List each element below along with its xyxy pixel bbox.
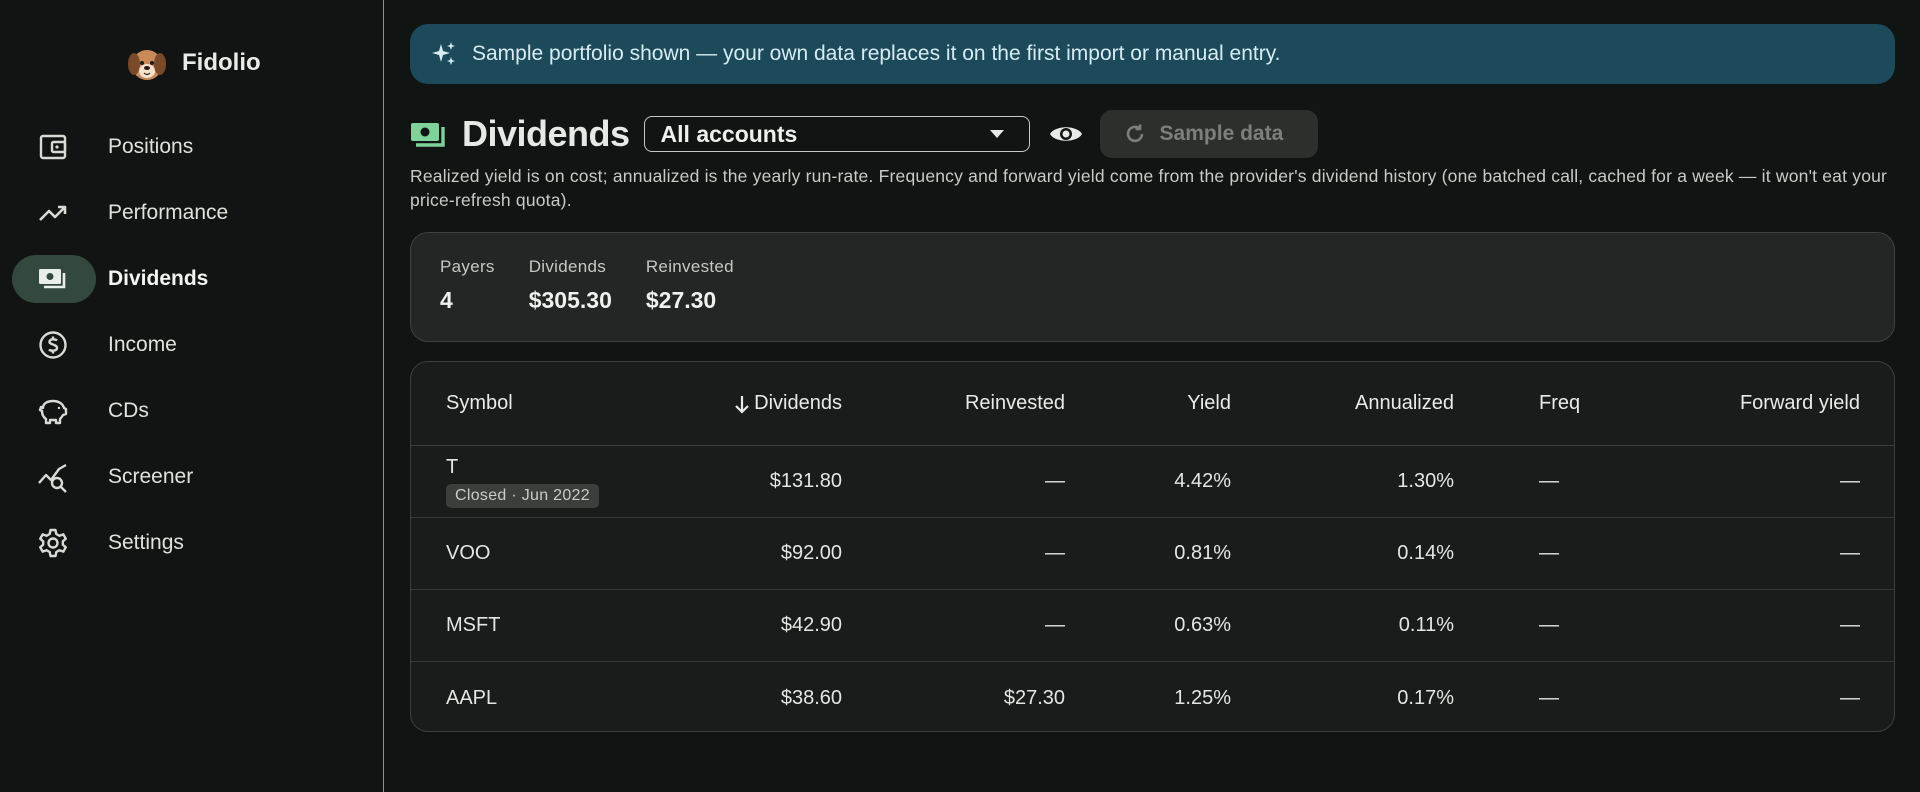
cell-dividends: $38.60 [780, 686, 842, 709]
symbol-wrap: T Closed · Jun 2022 [446, 456, 599, 508]
page-header: Dividends All accounts Sample data [410, 110, 1318, 158]
sidebar-item-label: Performance [108, 201, 229, 224]
sidebar-item-label: Income [108, 333, 177, 356]
banner-text: Sample portfolio shown — your own data r… [472, 42, 1281, 65]
column-header-yield[interactable]: Yield [1187, 362, 1231, 445]
brand[interactable]: Fidolio [126, 42, 261, 84]
caret-down-icon [989, 130, 1004, 138]
sidebar-item-positions[interactable]: Positions [0, 123, 383, 171]
column-header-symbol[interactable]: Symbol [446, 362, 513, 445]
sidebar-item-income[interactable]: Income [0, 321, 383, 369]
cell-forward-yield: — [1840, 542, 1860, 564]
stat-value: 4 [440, 287, 453, 313]
cell-yield: 0.81% [1174, 542, 1231, 564]
sidebar-item-performance[interactable]: Performance [0, 189, 383, 237]
account-select-value: All accounts [660, 120, 798, 147]
app-name: Fidolio [182, 49, 261, 76]
cell-symbol: T Closed · Jun 2022 [446, 446, 599, 517]
dollar-circle-icon [36, 331, 70, 359]
column-header-forward-yield[interactable]: Forward yield [1740, 362, 1860, 445]
column-header-reinvested[interactable]: Reinvested [965, 362, 1065, 445]
sidebar-item-label: Dividends [108, 267, 209, 290]
table-row[interactable]: AAPL $38.60 $27.30 1.25% 0.17% — — [411, 662, 1894, 731]
cell-freq: — [1539, 614, 1559, 636]
cell-reinvested: — [1045, 614, 1065, 636]
account-select[interactable]: All accounts [643, 116, 1030, 152]
sample-data-label: Sample data [1159, 122, 1284, 145]
sidebar-item-dividends[interactable]: Dividends [0, 255, 383, 303]
cell-freq: — [1539, 686, 1559, 709]
sample-data-button[interactable]: Sample data [1099, 110, 1318, 158]
cell-symbol: VOO [446, 542, 491, 564]
main-content: Sample portfolio shown — your own data r… [384, 0, 1920, 792]
wallet-icon [36, 133, 70, 161]
table-row[interactable]: MSFT $42.90 — 0.63% 0.11% — — [411, 590, 1894, 662]
table-row[interactable]: VOO $92.00 — 0.81% 0.14% — — [411, 518, 1894, 590]
chart-search-icon [36, 463, 70, 493]
trending-up-icon [36, 199, 70, 227]
gear-icon [36, 528, 70, 558]
piggy-bank-icon [36, 397, 70, 425]
cell-yield: 1.25% [1174, 686, 1231, 709]
cell-reinvested: — [1045, 470, 1065, 492]
sidebar-item-cds[interactable]: CDs [0, 387, 383, 435]
cell-freq: — [1539, 470, 1559, 492]
summary-card: Payers 4 Dividends $305.30 Reinvested $2… [410, 232, 1895, 342]
cell-dividends: $131.80 [769, 470, 842, 492]
cell-annualized: 1.30% [1397, 470, 1454, 492]
cell-annualized: 0.17% [1397, 686, 1454, 709]
sidebar-item-label: Settings [108, 531, 184, 554]
cell-symbol: MSFT [446, 614, 501, 636]
cell-annualized: 0.11% [1398, 614, 1454, 636]
cell-forward-yield: — [1840, 614, 1860, 636]
stat-dividends: Dividends $305.30 [529, 257, 612, 341]
sidebar-item-settings[interactable]: Settings [0, 519, 383, 567]
visibility-toggle-button[interactable] [1048, 116, 1084, 152]
sidebar: Fidolio Positions Performance Dividends … [0, 0, 384, 792]
column-header-freq[interactable]: Freq [1539, 362, 1580, 445]
refresh-icon [1126, 124, 1143, 143]
column-header-dividends[interactable]: Dividends [734, 362, 842, 445]
cash-icon [36, 265, 70, 293]
sort-descending-icon [734, 394, 750, 414]
dividends-table: Symbol Dividends Reinvested Yield Annual… [410, 361, 1895, 732]
sidebar-item-label: Positions [108, 135, 194, 158]
status-badge: Closed · Jun 2022 [446, 483, 599, 508]
sparkle-icon [432, 42, 455, 65]
stat-reinvested: Reinvested $27.30 [646, 257, 734, 341]
sidebar-nav: Positions Performance Dividends Income C… [0, 123, 383, 585]
sidebar-item-label: CDs [108, 399, 149, 422]
eye-icon [1049, 127, 1082, 141]
page-description: Realized yield is on cost; annualized is… [410, 166, 1888, 210]
cell-dividends: $92.00 [780, 542, 842, 564]
stat-payers: Payers 4 [440, 257, 495, 341]
cell-symbol: AAPL [446, 686, 498, 709]
sidebar-item-label: Screener [108, 465, 194, 488]
cell-annualized: 0.14% [1397, 542, 1454, 564]
cell-yield: 0.63% [1174, 614, 1231, 636]
cell-freq: — [1539, 542, 1559, 564]
cash-icon [411, 123, 445, 147]
column-header-label: Dividends [754, 392, 842, 414]
cell-reinvested: $27.30 [1003, 686, 1065, 709]
table-row[interactable]: T Closed · Jun 2022 $131.80 — 4.42% 1.30… [411, 446, 1894, 518]
cell-dividends: $42.90 [780, 614, 842, 636]
column-header-annualized[interactable]: Annualized [1355, 362, 1454, 445]
cell-reinvested: — [1045, 542, 1065, 564]
cell-forward-yield: — [1840, 686, 1860, 709]
sample-banner: Sample portfolio shown — your own data r… [410, 24, 1895, 84]
table-header: Symbol Dividends Reinvested Yield Annual… [411, 362, 1894, 446]
stat-label: Dividends [528, 257, 607, 276]
stat-label: Payers [440, 257, 495, 276]
sidebar-item-screener[interactable]: Screener [0, 453, 383, 501]
stat-label: Reinvested [645, 257, 734, 276]
app-root: Fidolio Positions Performance Dividends … [0, 0, 1920, 792]
stat-value: $27.30 [645, 287, 717, 313]
cell-yield: 4.42% [1174, 470, 1231, 492]
cell-forward-yield: — [1840, 470, 1860, 492]
stat-value: $305.30 [528, 287, 612, 313]
page-title: Dividends [462, 113, 630, 154]
dog-logo-icon [128, 50, 166, 80]
symbol-text: T [446, 455, 459, 478]
